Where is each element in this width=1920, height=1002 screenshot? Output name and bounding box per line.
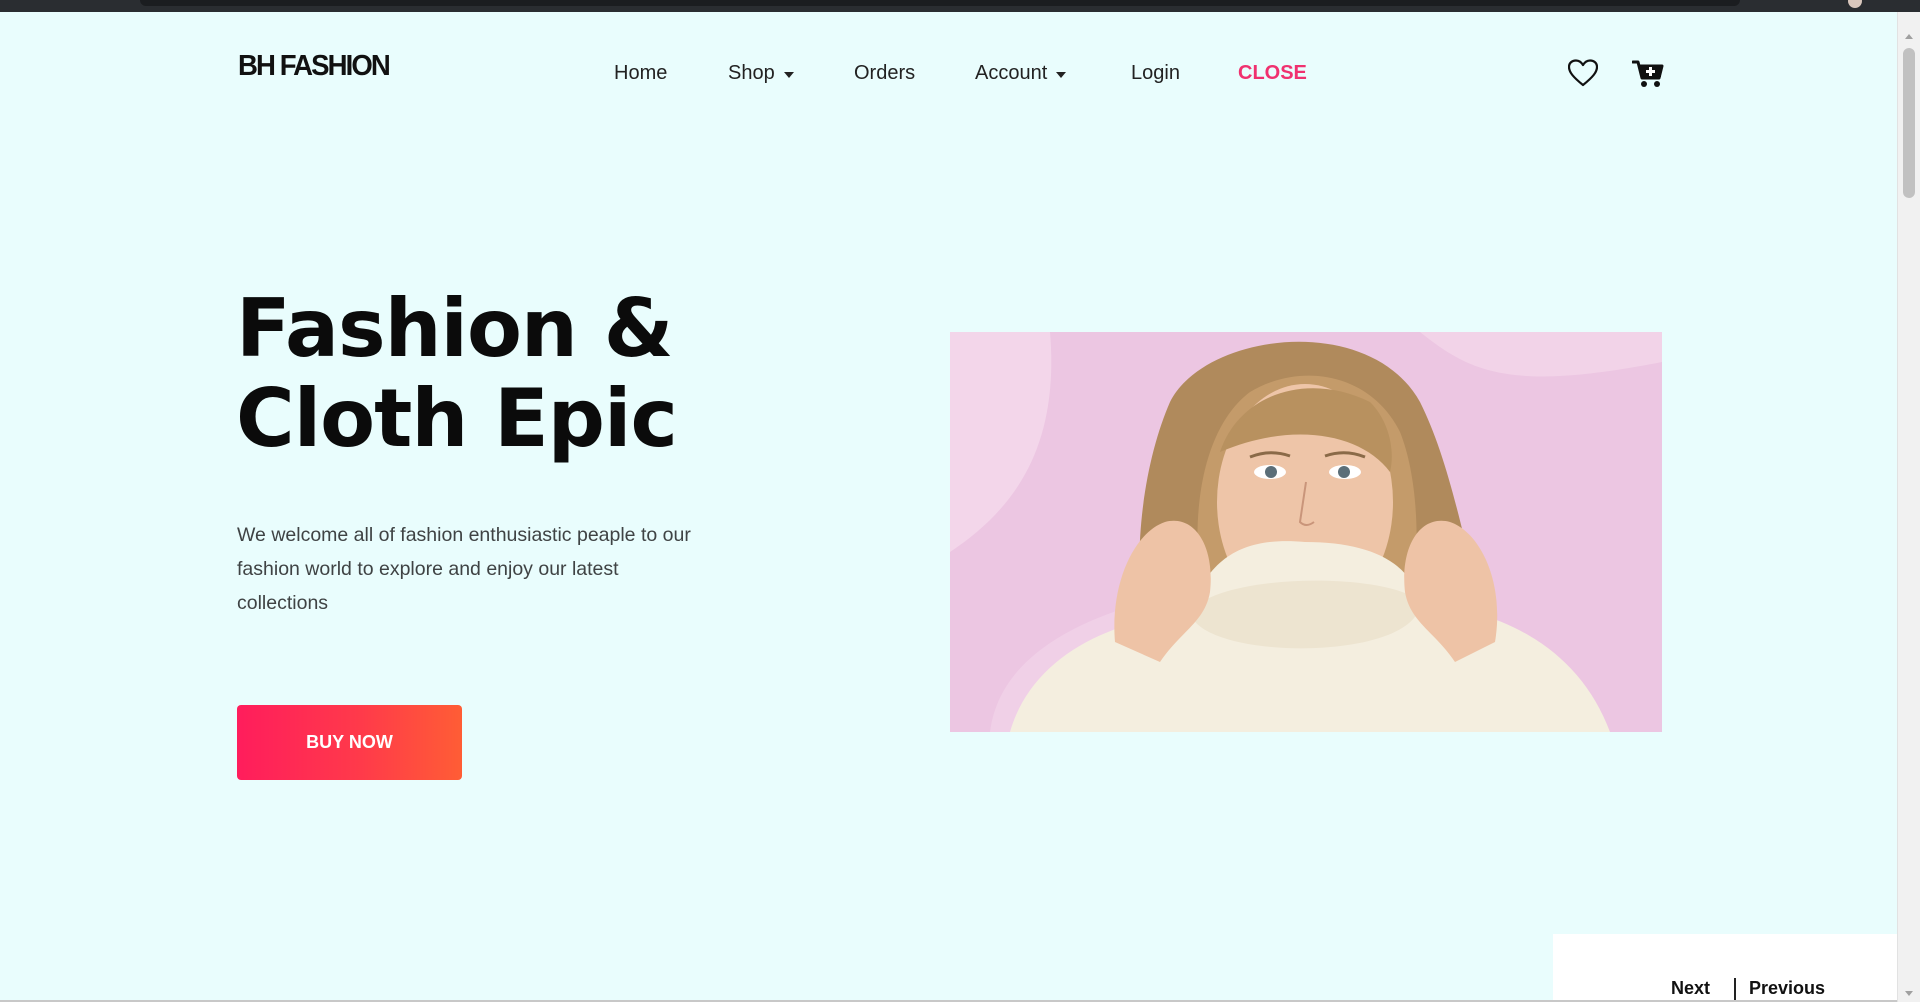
- nav-account[interactable]: Account: [975, 62, 1067, 85]
- nav-home-label: Home: [614, 62, 668, 84]
- hero-image: [950, 332, 1662, 732]
- hero-title-line-1: Fashion &: [236, 282, 673, 375]
- page: BH FASHION Home Shop Orders Account Logi…: [0, 12, 1898, 1002]
- nav-login-label: Login: [1131, 62, 1180, 84]
- hero-title-line-2: Cloth Epic: [236, 372, 678, 465]
- heart-icon[interactable]: [1567, 59, 1599, 87]
- hero-description: We welcome all of fashion enthusiastic p…: [237, 524, 691, 614]
- scroll-thumb[interactable]: [1903, 48, 1915, 198]
- nav-orders[interactable]: Orders: [854, 62, 915, 85]
- caret-down-icon: [783, 71, 794, 78]
- model-photo: [950, 332, 1662, 732]
- pager-divider: [1734, 978, 1736, 1000]
- vertical-scrollbar[interactable]: [1897, 12, 1920, 1002]
- nav-close[interactable]: CLOSE: [1238, 62, 1307, 85]
- buy-now-button[interactable]: BUY NOW: [237, 705, 462, 780]
- scroll-up-icon[interactable]: [1905, 34, 1913, 39]
- nav-home[interactable]: Home: [614, 62, 667, 85]
- profile-avatar-icon[interactable]: [1848, 0, 1862, 8]
- nav-account-label: Account: [975, 62, 1048, 84]
- cart-icon[interactable]: [1631, 59, 1664, 89]
- nav-shop[interactable]: Shop: [728, 62, 794, 85]
- next-link[interactable]: Next: [1671, 978, 1710, 999]
- browser-top-bar: [0, 0, 1920, 12]
- nav-shop-label: Shop: [728, 62, 775, 84]
- slider-pager: Next Previous: [1553, 934, 1898, 1002]
- nav-close-label: CLOSE: [1238, 62, 1307, 84]
- brand-logo[interactable]: BH FASHION: [238, 50, 391, 83]
- caret-down-icon: [1056, 71, 1067, 78]
- nav-orders-label: Orders: [854, 62, 916, 84]
- previous-link[interactable]: Previous: [1749, 978, 1825, 999]
- nav-login[interactable]: Login: [1131, 62, 1180, 85]
- browser-tab-strip: [140, 0, 1740, 6]
- scroll-down-icon[interactable]: [1905, 991, 1913, 996]
- hero-title: Fashion & Cloth Epic: [236, 284, 756, 464]
- buy-now-label: BUY NOW: [306, 732, 393, 752]
